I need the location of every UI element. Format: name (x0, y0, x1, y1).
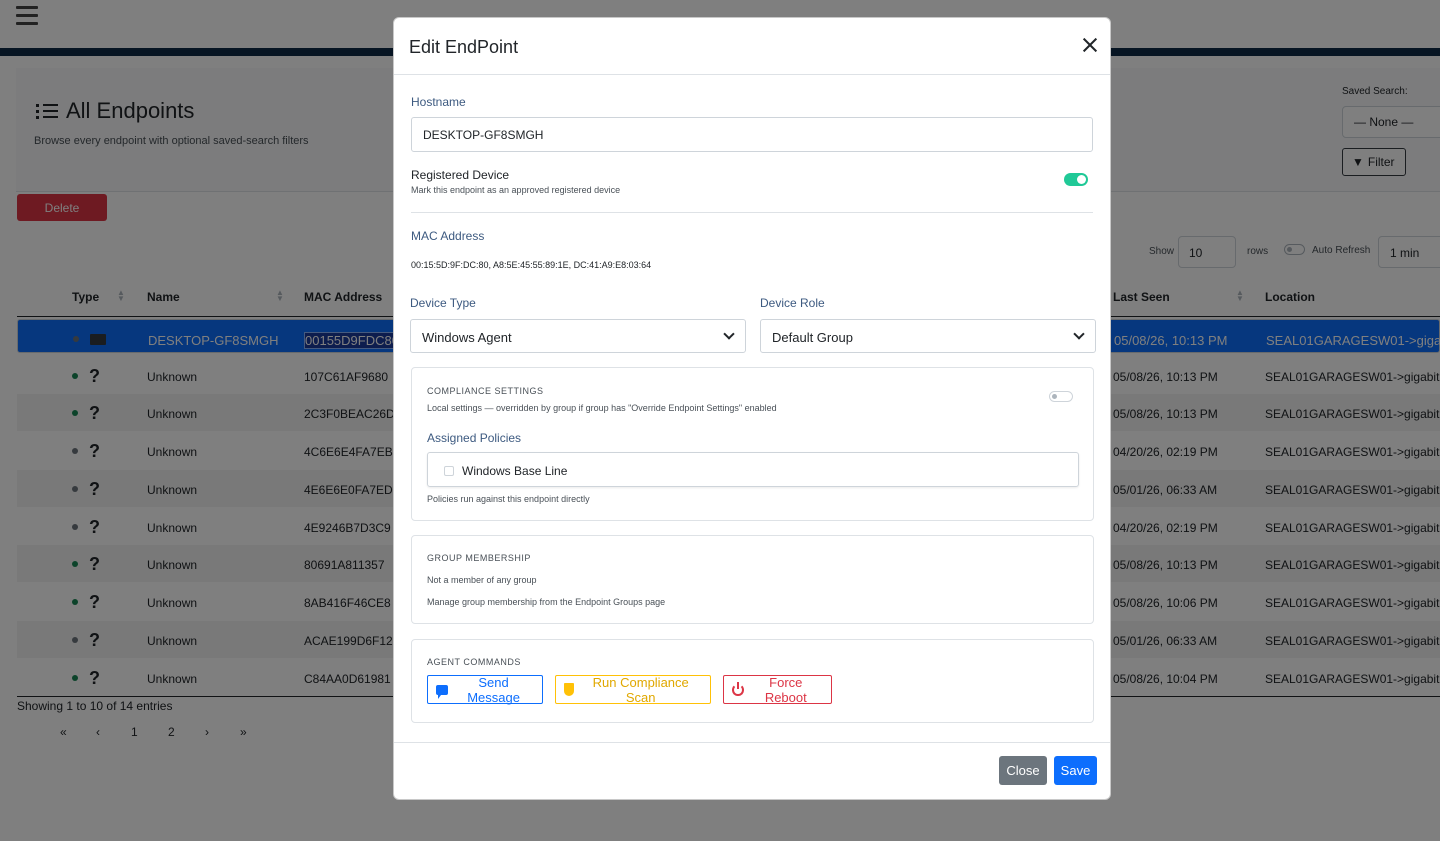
send-message-button[interactable]: Send Message (427, 674, 543, 705)
hostname-label: Hostname (411, 95, 466, 109)
modal-header-divider (394, 74, 1110, 75)
chevron-down-icon (723, 328, 735, 340)
agent-commands-card: Agent Commands Send Message Run Complian… (411, 639, 1094, 723)
compliance-override-toggle[interactable] (1049, 391, 1073, 402)
compliance-subtitle: Local settings — overridden by group if … (427, 403, 777, 413)
mac-address-label: MAC Address (411, 229, 485, 243)
device-type-label: Device Type (410, 296, 476, 310)
policy-label: Windows Base Line (462, 464, 568, 478)
mac-address-value: 00:15:5D:9F:DC:80, A8:5E:45:55:89:1E, DC… (411, 260, 652, 270)
device-role-value: Default Group (772, 330, 853, 345)
edit-endpoint-modal: Edit EndPoint Hostname Registered Device… (393, 17, 1111, 800)
device-type-value: Windows Agent (422, 330, 512, 345)
registered-device-title: Registered Device (411, 168, 510, 182)
assigned-policies-label: Assigned Policies (427, 431, 522, 445)
device-type-select[interactable]: Windows Agent (410, 319, 746, 353)
group-membership-card: Group Membership Not a member of any gro… (411, 535, 1094, 624)
modal-footer-divider (394, 742, 1110, 743)
run-compliance-scan-button[interactable]: Run Compliance Scan (555, 674, 711, 705)
group-membership-heading: Group Membership (427, 553, 531, 563)
chevron-down-icon (1073, 328, 1085, 340)
policies-note: Policies run against this endpoint direc… (427, 494, 590, 504)
hostname-input[interactable] (411, 117, 1093, 152)
compliance-settings-card: Compliance Settings Local settings — ove… (411, 367, 1094, 521)
run-compliance-scan-label: Run Compliance Scan (592, 674, 689, 705)
registered-device-toggle[interactable] (1064, 173, 1088, 186)
compliance-heading: Compliance Settings (427, 386, 544, 396)
policy-item[interactable]: Windows Base Line (427, 452, 1079, 487)
save-button[interactable]: Save (1054, 756, 1097, 785)
force-reboot-button[interactable]: Force Reboot (723, 674, 832, 705)
modal-title: Edit EndPoint (409, 37, 519, 57)
close-button[interactable]: Close (999, 756, 1047, 785)
send-message-label: Send Message (467, 674, 520, 705)
section-divider (411, 212, 1093, 213)
shield-icon (564, 683, 575, 696)
device-role-label: Device Role (760, 296, 825, 310)
force-reboot-label: Force Reboot (764, 674, 807, 705)
group-membership-status: Not a member of any group (427, 575, 537, 585)
agent-commands-heading: Agent Commands (427, 657, 521, 667)
group-membership-hint: Manage group membership from the Endpoin… (427, 597, 666, 607)
device-role-select[interactable]: Default Group (760, 319, 1096, 353)
close-icon[interactable] (1083, 38, 1097, 52)
policy-checkbox[interactable] (444, 466, 454, 476)
chat-icon (436, 684, 449, 699)
power-icon (732, 681, 744, 696)
registered-device-subtitle: Mark this endpoint as an approved regist… (411, 185, 621, 195)
